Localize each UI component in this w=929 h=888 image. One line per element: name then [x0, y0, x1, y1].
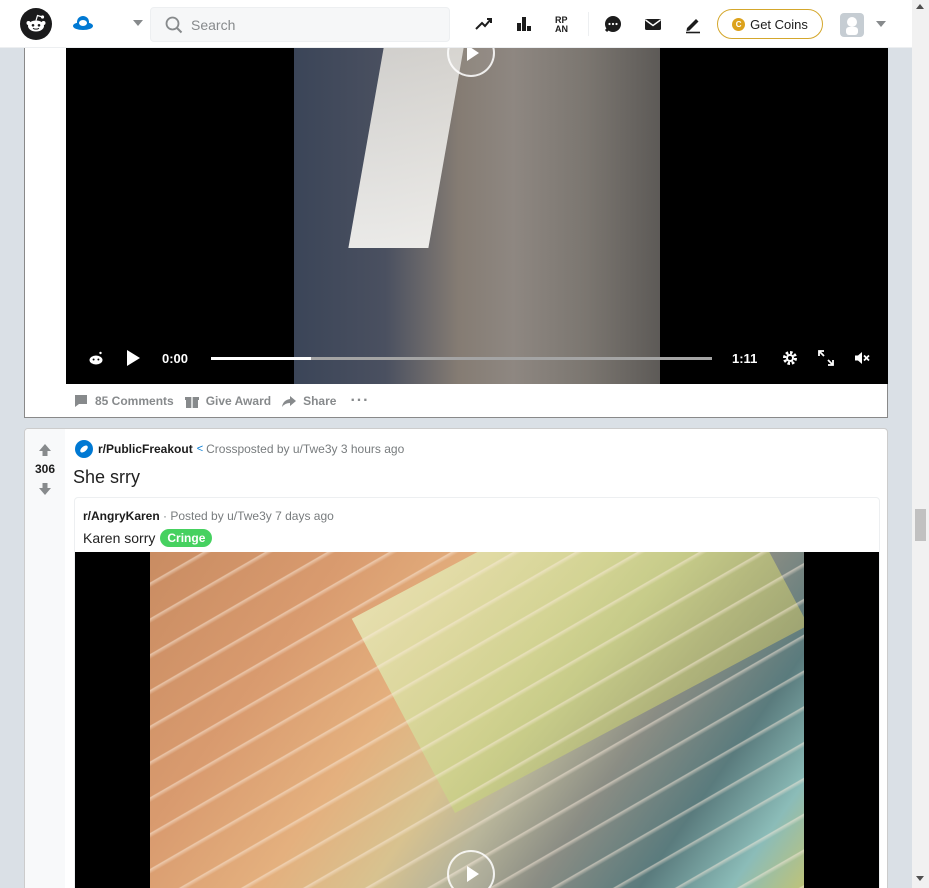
video-frame-texture	[150, 552, 804, 888]
messages-mail-icon[interactable]	[642, 13, 664, 35]
give-award-button[interactable]: Give Award	[184, 393, 271, 409]
scrollbar-thumb[interactable]	[915, 509, 926, 541]
scroll-up-arrow-icon[interactable]	[916, 4, 924, 9]
comment-icon	[75, 395, 87, 407]
user-avatar[interactable]	[840, 13, 864, 37]
post-meta: r/PublicFreakout < Crossposted by u/Twe3…	[75, 440, 404, 458]
post-card[interactable]: 306 r/PublicFreakout < Crossposted by u/…	[24, 428, 888, 888]
search-input[interactable]	[191, 16, 431, 33]
popular-trending-icon[interactable]	[473, 13, 495, 35]
scroll-down-arrow-icon[interactable]	[916, 876, 924, 881]
search-bar[interactable]	[150, 7, 450, 42]
rpan-icon[interactable]: RP AN	[553, 13, 575, 35]
give-award-label: Give Award	[205, 394, 272, 408]
subreddit-link[interactable]: r/PublicFreakout	[98, 442, 193, 456]
fullscreen-icon[interactable]	[817, 349, 835, 367]
leaderboard-icon[interactable]	[513, 13, 535, 35]
downvote-arrow-icon[interactable]	[38, 482, 52, 496]
search-icon	[165, 16, 183, 33]
original-subreddit-link[interactable]: r/AngryKaren	[83, 509, 160, 523]
post-title[interactable]: She srry	[73, 467, 140, 488]
original-post-title-row: Karen sorry Cringe	[83, 529, 213, 547]
get-coins-button[interactable]: C Get Coins	[717, 9, 823, 39]
create-post-pencil-icon[interactable]	[682, 13, 704, 35]
play-button[interactable]	[127, 350, 140, 366]
header-divider	[588, 12, 589, 36]
video-frame	[294, 48, 660, 384]
video-buffered-fill	[211, 357, 312, 360]
video-current-time: 0:00	[162, 351, 189, 366]
video-player[interactable]	[75, 552, 879, 888]
upvote-arrow-icon[interactable]	[38, 443, 52, 457]
svg-text:AN: AN	[555, 24, 568, 34]
home-feed-icon[interactable]	[72, 13, 94, 35]
share-label: Share	[303, 394, 337, 408]
mute-icon[interactable]	[853, 349, 871, 367]
comments-button[interactable]: 85 Comments	[73, 393, 174, 409]
share-button[interactable]: Share	[281, 393, 336, 409]
more-options-button[interactable]: ···	[350, 392, 369, 410]
vote-column: 306	[25, 429, 65, 888]
gift-icon	[184, 397, 199, 408]
video-frame	[150, 552, 804, 888]
post-timestamp[interactable]: 3 hours ago	[341, 442, 404, 456]
video-settings-gear-icon[interactable]	[781, 349, 799, 367]
post-flair-badge[interactable]: Cringe	[160, 529, 213, 547]
post-actions: 85 Comments Give Award Share ···	[73, 392, 369, 410]
page-scrollbar[interactable]	[912, 0, 929, 888]
original-post-title[interactable]: Karen sorry	[83, 530, 155, 546]
reddit-video-snoo-icon	[89, 351, 103, 365]
subreddit-icon[interactable]	[75, 440, 93, 458]
share-arrow-icon	[282, 396, 297, 407]
video-duration: 1:11	[732, 351, 758, 366]
top-header: RP AN C Get Coins	[0, 0, 912, 48]
vote-score: 306	[34, 462, 56, 476]
video-seek-bar[interactable]	[211, 357, 712, 360]
comments-count: 85 Comments	[95, 394, 174, 408]
original-post-meta: r/AngryKaren · Posted by u/Twe3y 7 days …	[83, 509, 334, 523]
coin-icon: C	[732, 17, 746, 31]
video-player[interactable]: 0:00 1:11	[66, 48, 888, 384]
video-controls: 0:00 1:11	[66, 341, 888, 375]
chat-icon[interactable]	[602, 13, 624, 35]
crossposted-original-card[interactable]: r/AngryKaren · Posted by u/Twe3y 7 days …	[74, 497, 880, 888]
original-posted-by[interactable]: · Posted by u/Twe3y 7 days ago	[163, 509, 334, 523]
crosspost-icon: <	[196, 443, 204, 455]
reddit-logo-icon[interactable]	[20, 8, 52, 40]
user-menu-dropdown-icon[interactable]	[876, 21, 886, 27]
crosspost-author[interactable]: Crossposted by u/Twe3y	[206, 442, 337, 456]
post-card[interactable]: 0:00 1:11 85 Comments Give Award Share ·…	[24, 48, 888, 418]
get-coins-label: Get Coins	[750, 16, 808, 32]
community-dropdown-icon[interactable]	[133, 20, 143, 26]
